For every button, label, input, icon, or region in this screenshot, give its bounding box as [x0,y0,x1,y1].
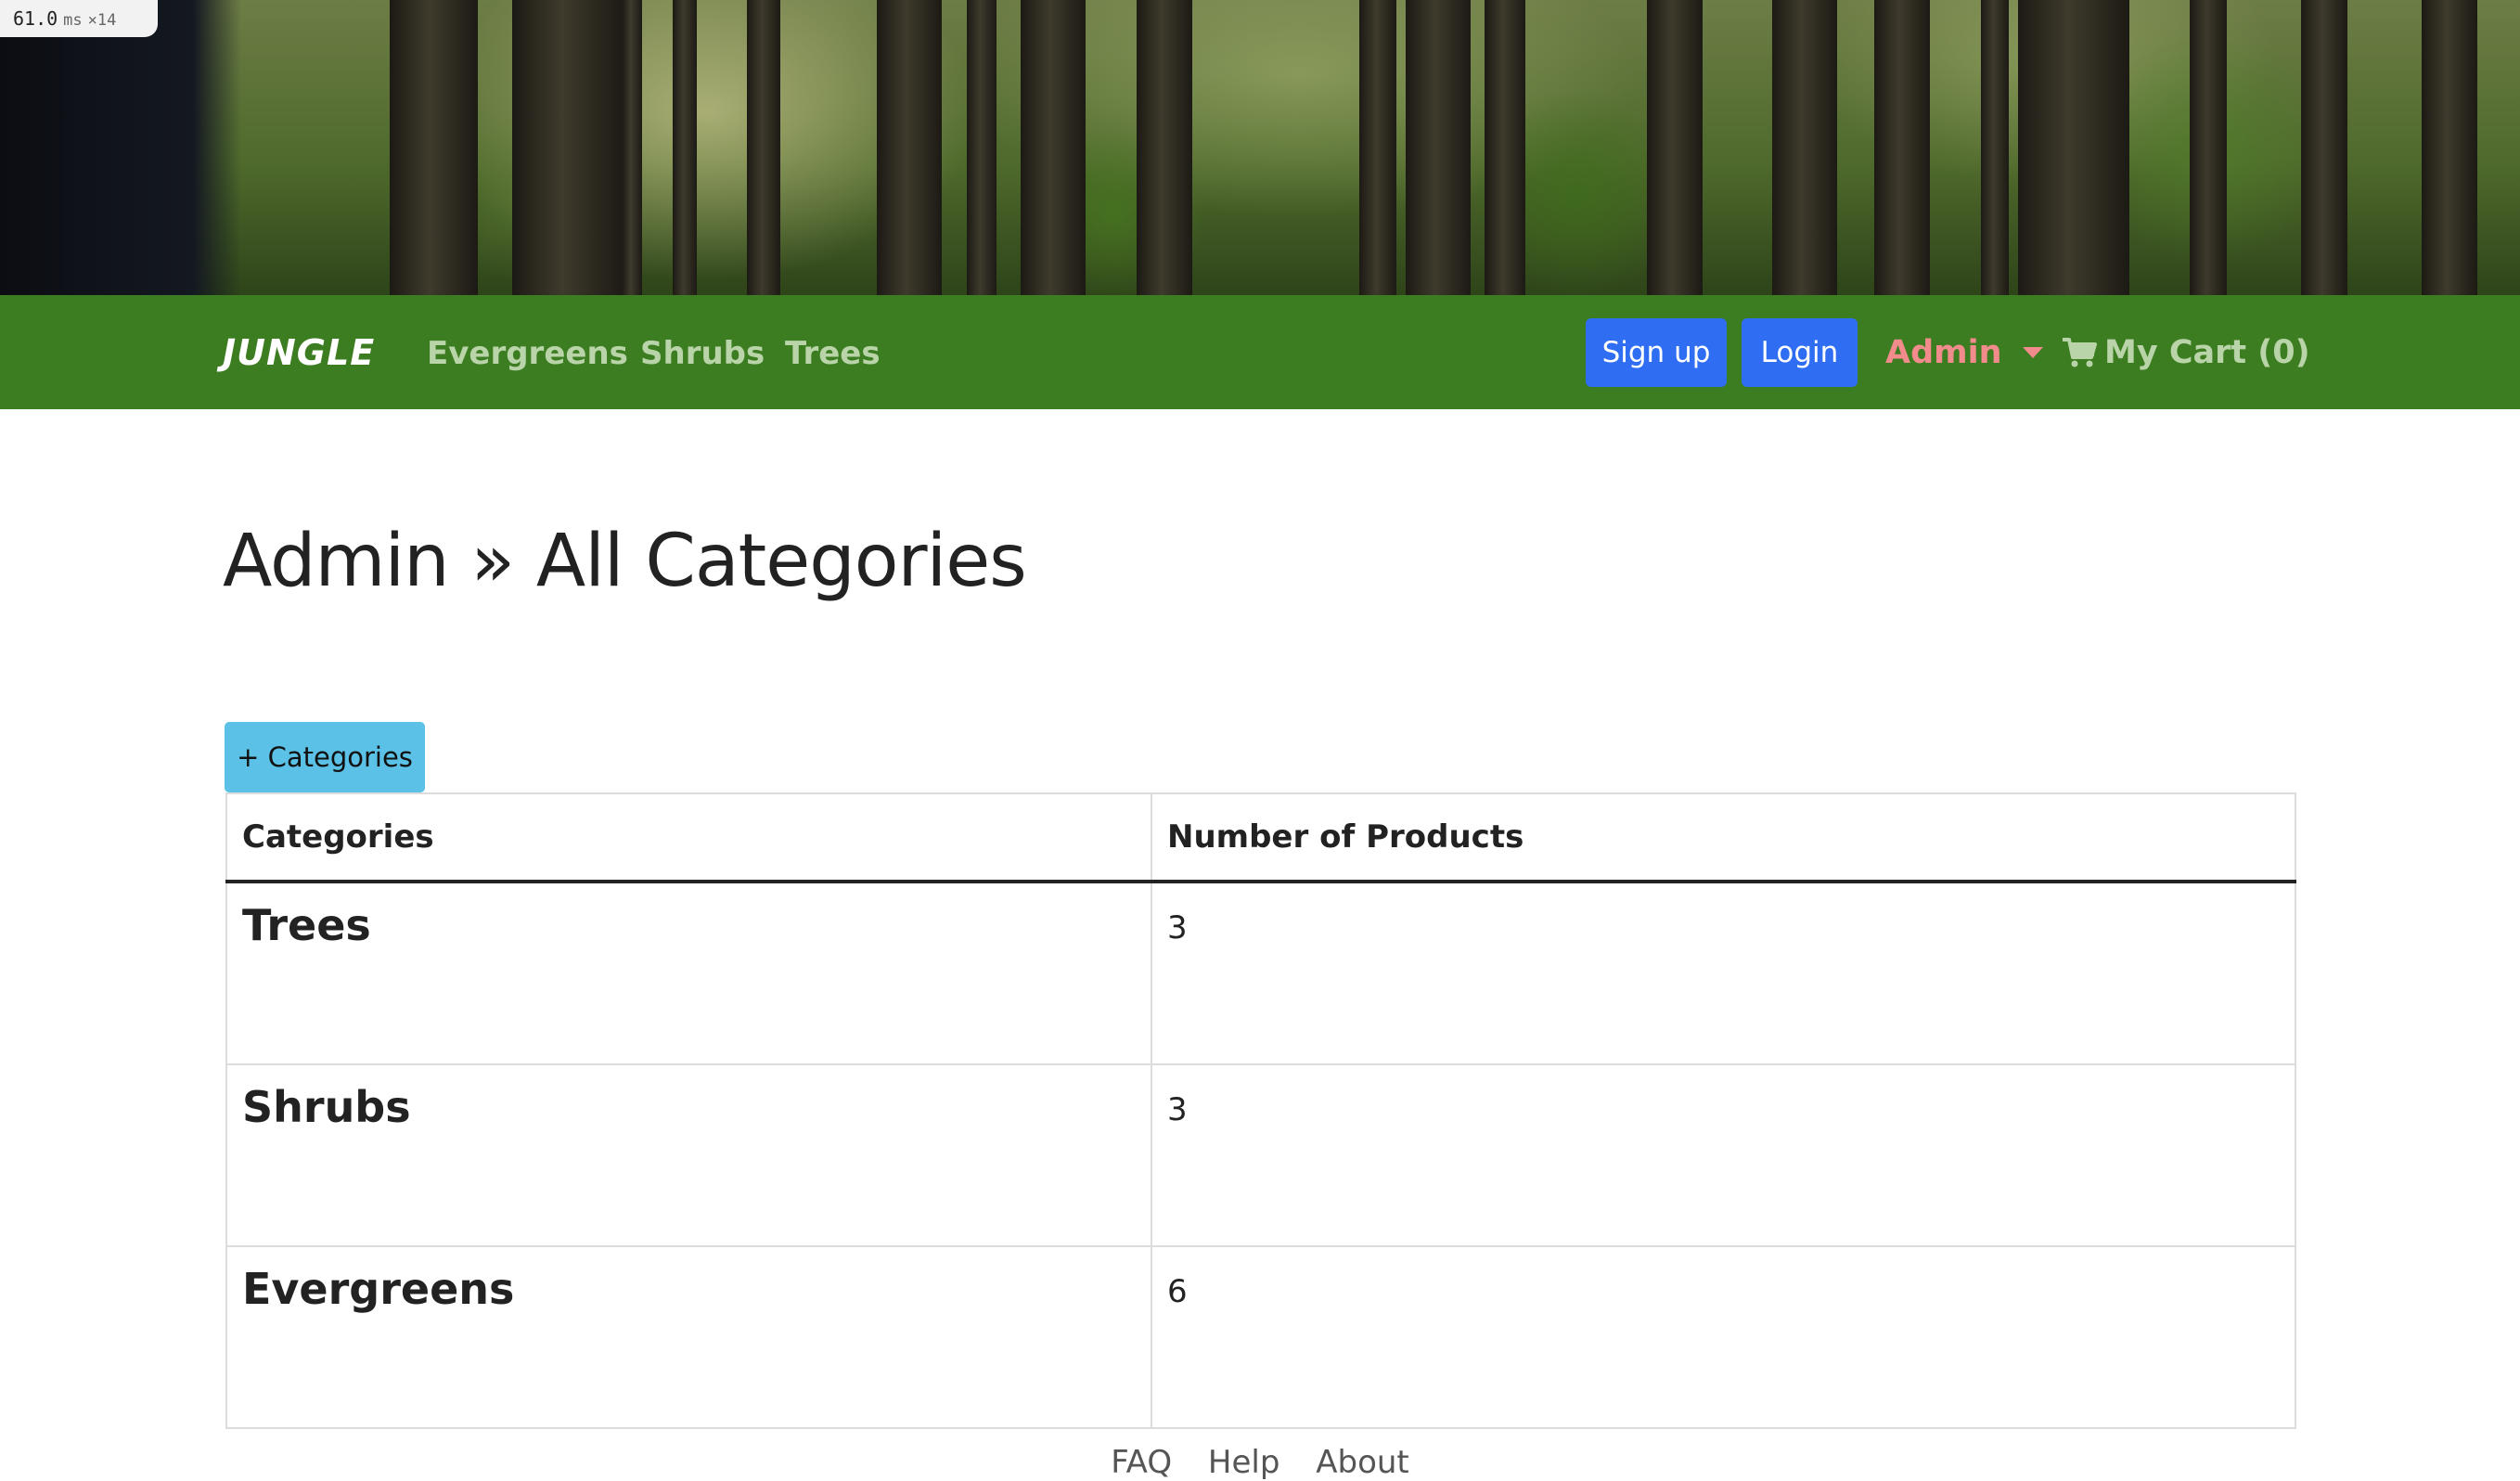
footer-link-about[interactable]: About [1316,1444,1409,1481]
hero-banner-image [0,0,2520,295]
cart-label: My Cart (0) [2104,334,2310,371]
shopping-cart-icon [2063,338,2097,367]
fps-value: 61.0 [13,7,58,30]
fps-unit: ms [63,11,83,30]
product-count: 3 [1151,1063,2296,1247]
product-count: 6 [1151,1245,2296,1429]
top-navbar: JUNGLE Evergreens Shrubs Trees Sign up L… [0,295,2520,409]
page-title: Admin » All Categories [223,520,1027,603]
nav-link-evergreens[interactable]: Evergreens [427,335,628,372]
footer-links: FAQ Help About [0,1444,2520,1481]
nav-link-shrubs[interactable]: Shrubs [640,335,765,372]
footer-link-faq[interactable]: FAQ [1111,1444,1172,1481]
table-row: Evergreens 6 [225,1245,2296,1429]
header-number-of-products: Number of Products [1151,792,2296,883]
signup-button[interactable]: Sign up [1586,318,1727,387]
table-row: Trees 3 [225,881,2296,1065]
fps-multiplier: ×14 [87,11,117,30]
table-row: Shrubs 3 [225,1063,2296,1247]
product-count: 3 [1151,881,2296,1065]
brand-logo[interactable]: JUNGLE [223,332,375,373]
nav-link-trees[interactable]: Trees [785,335,881,372]
admin-dropdown[interactable]: Admin [1885,334,2043,371]
category-name: Shrubs [225,1063,1152,1247]
category-name: Trees [225,881,1152,1065]
add-category-button[interactable]: + Categories [225,722,425,792]
header-categories: Categories [225,792,1152,883]
admin-label: Admin [1885,334,2002,371]
login-button[interactable]: Login [1742,318,1858,387]
my-cart-link[interactable]: My Cart (0) [2062,334,2310,371]
table-header-row: Categories Number of Products [225,792,2296,883]
categories-table: Categories Number of Products Trees 3 Sh… [225,792,2296,1429]
footer-link-help[interactable]: Help [1208,1444,1280,1481]
caret-down-icon [2022,347,2043,358]
fps-counter: 61.0 ms ×14 [0,0,158,37]
category-name: Evergreens [225,1245,1152,1429]
